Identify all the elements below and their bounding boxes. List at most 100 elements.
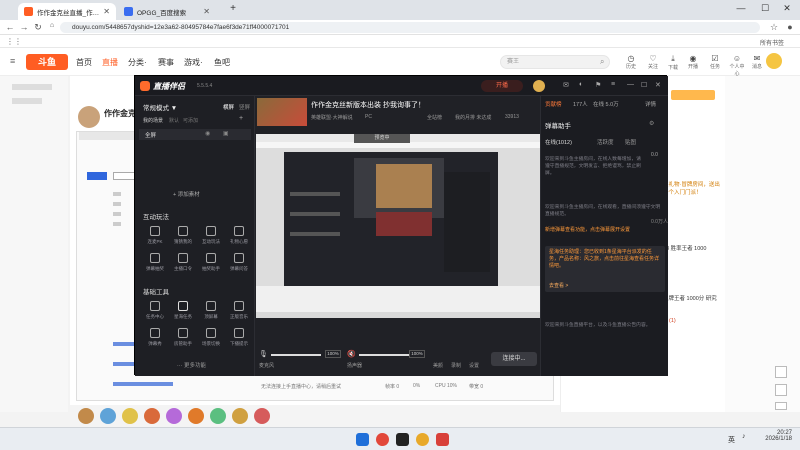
gift-icon[interactable] [100,408,116,424]
scene-tab-default[interactable]: 默认 [169,117,179,124]
broadcast-icon[interactable]: ◉ 开播 [684,54,702,70]
site-search-input[interactable]: 赛王 [500,55,610,69]
forward-icon[interactable]: → [18,22,30,32]
tool-item[interactable]: 星海任务 [169,301,197,320]
nav-home[interactable]: 首页 [76,57,92,68]
add-material-button[interactable]: + 添加素材 [173,190,200,198]
nav-category[interactable]: 分类· [128,57,147,68]
tab-portrait[interactable]: 竖屏 [239,103,250,111]
tool-item[interactable]: 房管助手 [169,328,197,347]
chat-icon[interactable]: ✉ 消息 [748,54,766,70]
site-menu-icon[interactable]: ≡ [10,56,15,66]
record-button[interactable]: 录制 [451,362,461,369]
nav-live[interactable]: 直播 [102,57,118,68]
stream-cover-image[interactable] [257,98,307,126]
interact-item[interactable]: 抽奖助手 [197,253,225,272]
live-companion-icon[interactable] [396,433,409,446]
app-close-button[interactable]: ✕ [655,81,661,89]
app-icon[interactable] [436,433,449,446]
search-icon[interactable]: ⌕ [600,57,604,67]
tool-item[interactable]: 弹幕秀 [141,328,169,347]
ime-indicator[interactable]: 英 [728,435,735,445]
gift-icon[interactable] [210,408,226,424]
apps-grid-icon[interactable]: ⋮⋮ [6,37,22,46]
lock-icon[interactable]: ▣ [223,130,229,137]
scene-tab-mine[interactable]: 我的场景 [143,117,163,124]
mail-icon[interactable]: ✉ [563,81,569,89]
sub-tab-sticker[interactable]: 贴图 [625,138,636,146]
room-info[interactable]: 全站榜 [427,114,442,121]
all-bookmarks-link[interactable]: 所有书签 [760,38,784,47]
interact-item[interactable]: 弹幕抽奖 [141,253,169,272]
douyu-app-icon[interactable] [376,433,389,446]
tool-item[interactable]: 顶屏幕 [197,301,225,320]
gift-icon[interactable] [254,408,270,424]
follow-icon[interactable]: ♡ 关注 [644,54,662,70]
mic-volume-slider[interactable] [271,354,321,356]
browser-tab-opgg[interactable]: OPGG_百度搜索 ✕ [118,3,216,20]
room-tag[interactable]: 英雄联盟·大神解说 [311,114,353,121]
more-tools-button[interactable]: ⋯ 更多功能 [177,361,206,369]
gift-icon[interactable] [166,408,182,424]
scene-item[interactable]: 全屏 ◉ ▣ [139,129,251,140]
interact-item[interactable]: 弹幕问答 [225,253,253,272]
window-minimize-button[interactable]: — [730,3,752,13]
nav-games[interactable]: 游戏· [184,57,203,68]
tab-landscape[interactable]: 横屏 [223,103,234,111]
url-input[interactable]: douyu.com/5448657dyshid=12e3a62-80495784… [60,22,760,33]
eye-icon[interactable]: ◉ [205,130,210,137]
start-icon[interactable] [356,433,369,446]
tool-item[interactable]: 场景切换 [197,328,225,347]
stream-title[interactable]: 作作金克丝新版本出装 抄我询事了！ [311,100,425,110]
user-center-icon[interactable]: ☺ 个人中心 [728,54,746,77]
scene-tab-add[interactable]: 可添加 [183,117,198,124]
chrome-icon[interactable] [416,433,429,446]
mode-dropdown[interactable]: 常规模式 ▼ [143,102,177,112]
interact-item[interactable]: 互动玩法 [197,226,225,245]
add-scene-icon[interactable]: + [239,115,243,122]
menu-icon[interactable]: ≡ [611,81,615,88]
home-icon[interactable]: ⌂ [46,22,58,29]
stream-preview[interactable]: 预览中 [256,134,540,318]
gift-icon[interactable]: ⚑ [595,81,601,89]
beauty-button[interactable]: 美颜 [433,362,443,369]
tool-item[interactable]: 任务中心 [141,301,169,320]
interact-item[interactable]: 礼物心愿 [225,226,253,245]
go-look-link[interactable]: 去查看 > [549,282,568,289]
details-link[interactable]: 详情 [645,100,656,108]
interact-item[interactable]: 主播口令 [169,253,197,272]
float-widget-icon[interactable] [775,366,787,378]
window-close-button[interactable]: ✕ [776,3,798,14]
new-tab-button[interactable]: + [222,3,244,14]
back-icon[interactable]: ← [4,22,16,32]
float-widget-icon[interactable] [775,384,787,396]
history-icon[interactable]: ◷ 历史 [622,54,640,70]
app-minimize-button[interactable]: — [627,81,634,88]
settings-button[interactable]: 设置 [469,362,479,369]
douyu-logo[interactable]: 斗鱼 [26,54,68,70]
sub-tab-online[interactable]: 在线(1012) [545,138,572,146]
gift-icon[interactable] [188,408,204,424]
connect-button[interactable]: 连接中... [491,352,537,366]
tab-contribution[interactable]: 贡献榜 [545,100,562,108]
speaker-volume-slider[interactable] [359,354,409,356]
mic-volume-value[interactable]: 100% [325,350,341,358]
streamer-avatar[interactable] [78,106,100,128]
app-maximize-button[interactable]: ☐ [641,81,647,89]
gift-icon[interactable] [122,408,138,424]
task-icon[interactable]: ☑ 任务 [706,54,724,70]
tab-close-icon[interactable]: ✕ [103,7,110,16]
tool-item[interactable]: 正版音乐 [225,301,253,320]
window-maximize-button[interactable]: ☐ [754,3,776,14]
gift-icon[interactable] [232,408,248,424]
nav-fishbar[interactable]: 鱼吧 [214,57,230,68]
skin-icon[interactable]: ◐ [579,81,583,88]
room-info[interactable]: 我的月排 未达成 [455,114,491,121]
reload-icon[interactable]: ↻ [32,22,44,33]
app-user-avatar[interactable] [533,80,545,92]
clock[interactable]: 20:27 2026/1/18 [760,430,792,442]
browser-tab-douyu[interactable]: 作作金克丝直播_作作金克丝视频直播 ✕ [18,3,116,20]
unlock-badge[interactable] [671,90,715,100]
highlight-message[interactable]: 新增弹幕查看功能，点击弹幕展开设置 [545,226,665,233]
user-avatar[interactable] [766,53,782,69]
